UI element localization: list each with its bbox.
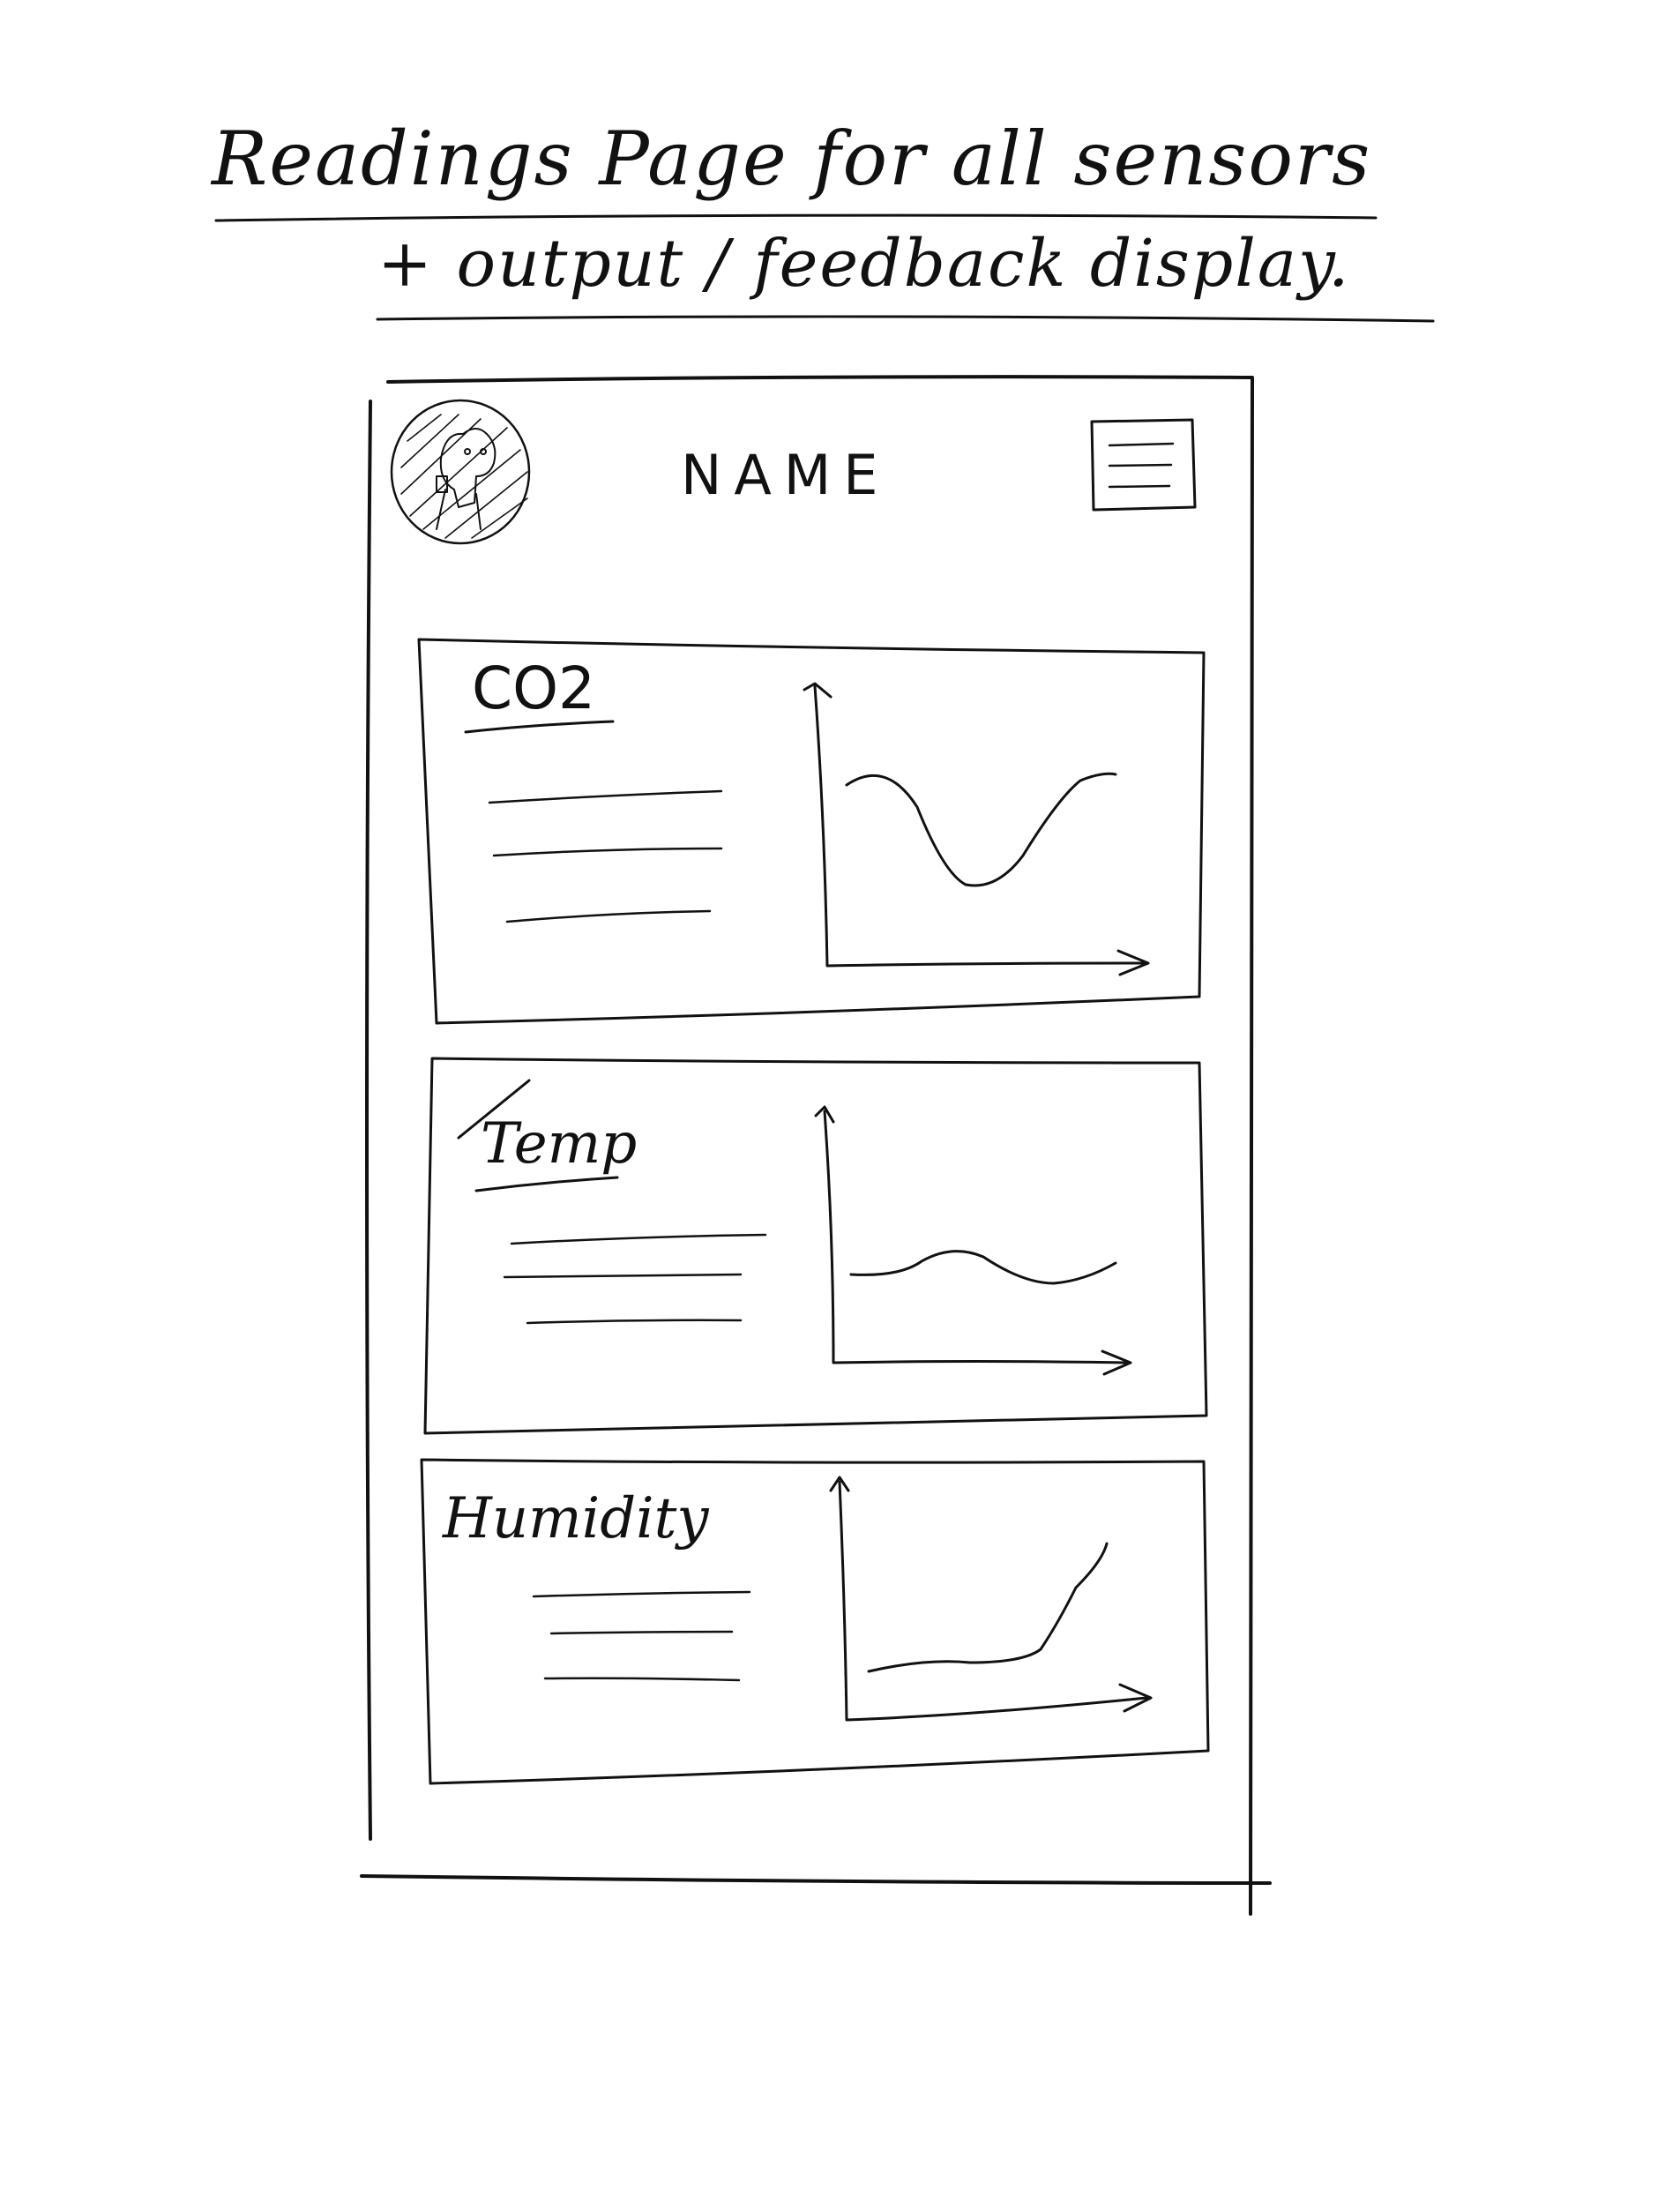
heading-line-1: Readings Page for all sensors — [212, 116, 1372, 202]
co2-title-underline — [464, 720, 615, 734]
dog-avatar-icon — [390, 399, 531, 545]
wireframe-sketch — [214, 213, 1435, 1916]
heading-line-2: + output / feedback display. — [377, 226, 1351, 302]
co2-text-line — [488, 789, 723, 804]
humidity-text-line — [549, 1630, 734, 1635]
temp-chart — [814, 1105, 1132, 1376]
co2-text-line — [492, 847, 723, 857]
humidity-text-line — [532, 1590, 751, 1598]
co2-text-line — [505, 909, 712, 923]
heading-underline-1 — [214, 213, 1378, 222]
temp-title-underline — [474, 1176, 619, 1192]
temp-text-line — [510, 1233, 767, 1245]
humidity-card-title: Humidity — [443, 1486, 709, 1551]
hamburger-menu-icon[interactable] — [1090, 418, 1197, 512]
heading-underline-2 — [376, 315, 1435, 323]
co2-chart — [803, 682, 1150, 976]
temp-card-title: Temp — [481, 1111, 638, 1177]
temp-text-line — [526, 1319, 743, 1325]
humidity-text-line — [543, 1677, 741, 1682]
co2-card-title: CO2 — [472, 654, 596, 722]
app-title: NAME — [681, 443, 891, 507]
temp-text-line — [503, 1273, 743, 1279]
humidity-chart — [829, 1476, 1153, 1722]
